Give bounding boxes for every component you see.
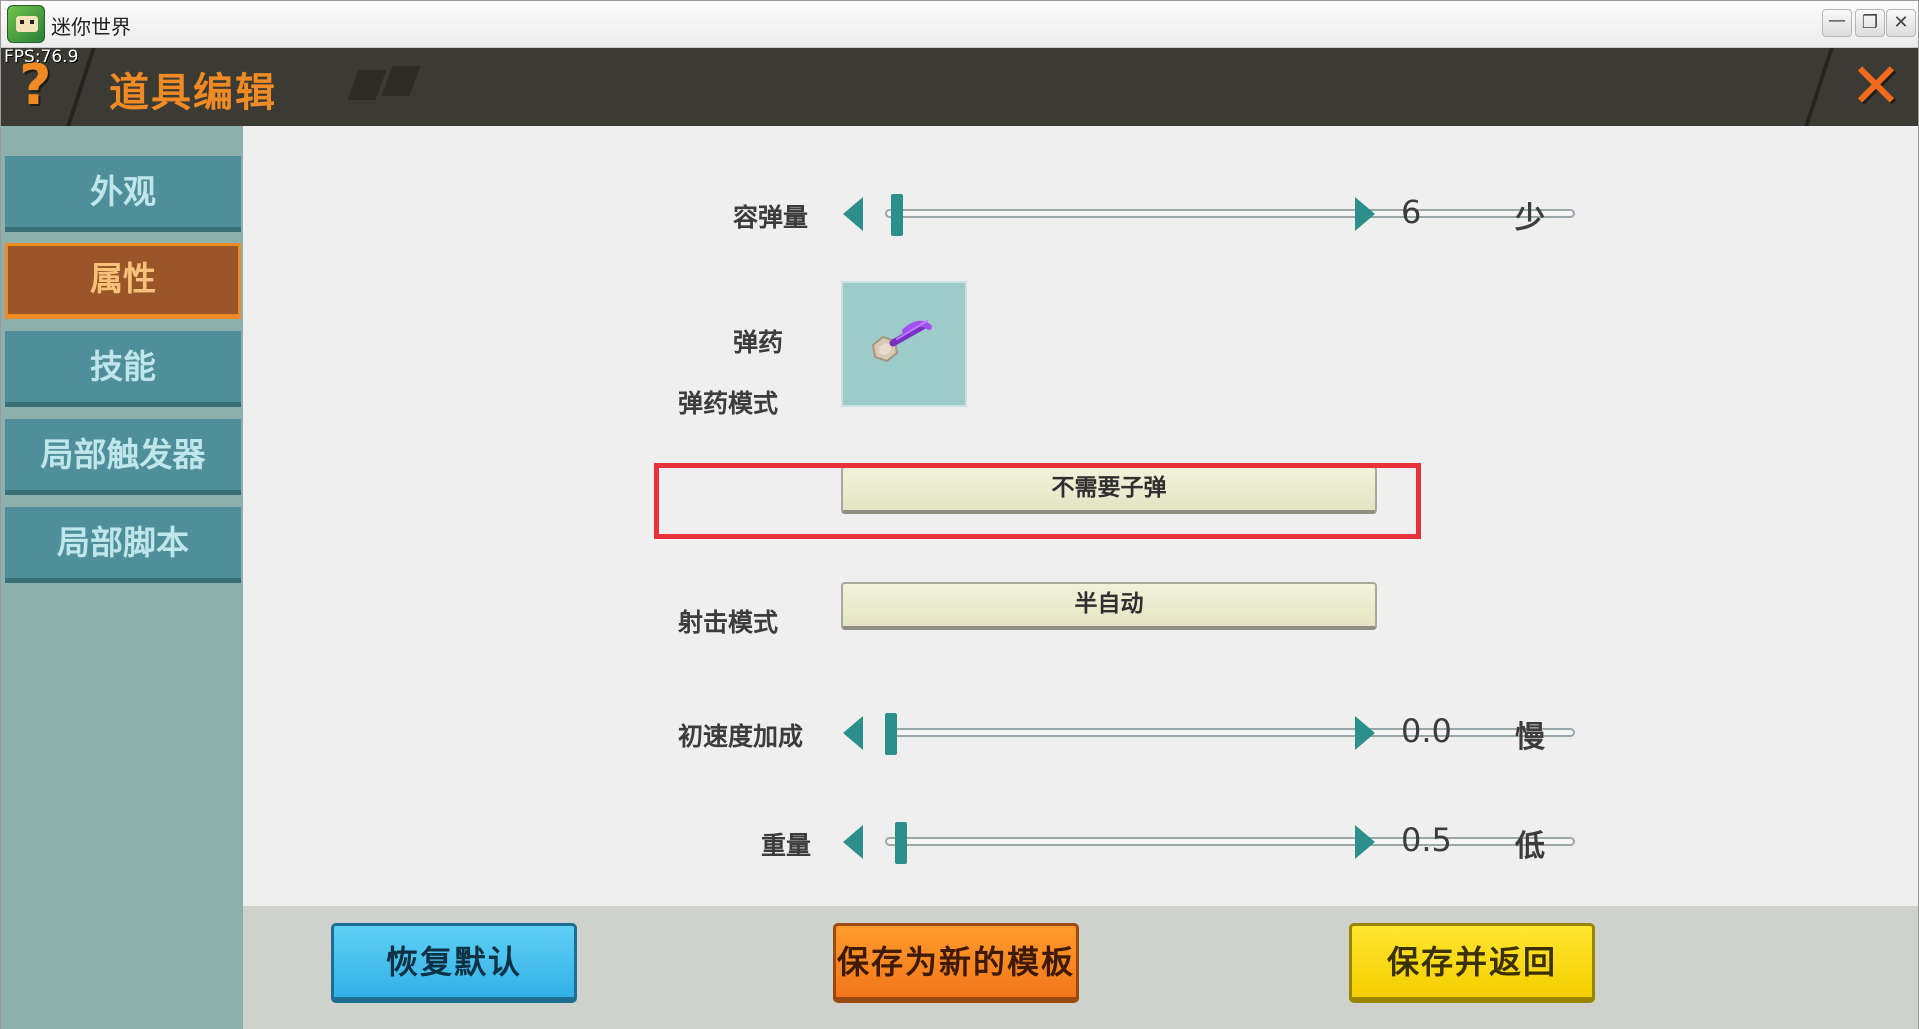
sidebar: 外观 属性 技能 局部触发器 局部脚本: [1, 126, 243, 1029]
attribute-panel: 容弹量 6 少 弹药 弹药模式 不需要子弹 射击模式 半自动 初速度加成 0.0…: [243, 126, 1918, 906]
fps-counter: FPS:76.9: [4, 47, 79, 67]
weight-value: 0.5: [1401, 821, 1452, 859]
action-bar: 恢复默认 保存为新的模板 保存并返回: [243, 906, 1918, 1029]
weight-slider-thumb[interactable]: [895, 822, 907, 864]
header-divider: [1804, 48, 1834, 126]
capacity-increase-icon[interactable]: [1355, 197, 1375, 231]
velocity-value: 0.0: [1401, 712, 1452, 750]
restore-button[interactable]: ❐: [1855, 9, 1885, 37]
weight-slider-track[interactable]: [885, 837, 1575, 846]
save-template-button[interactable]: 保存为新的模板: [833, 923, 1079, 1003]
fire-mode-label: 射击模式: [678, 608, 779, 637]
reset-default-button[interactable]: 恢复默认: [331, 923, 577, 1003]
close-icon[interactable]: ✕: [1850, 54, 1902, 118]
velocity-increase-icon[interactable]: [1355, 716, 1375, 750]
editor-header: ? 道具编辑 ✕: [1, 48, 1918, 126]
weight-desc: 低: [1515, 829, 1545, 864]
window-close-button[interactable]: ✕: [1886, 9, 1916, 37]
window-title: 迷你世界: [51, 15, 131, 39]
velocity-slider-thumb[interactable]: [885, 713, 897, 755]
ammo-label: 弹药: [733, 328, 784, 357]
capacity-value: 6: [1401, 193, 1422, 231]
capacity-slider-track[interactable]: [885, 209, 1575, 218]
minimize-button[interactable]: —: [1822, 9, 1852, 37]
fire-mode-select[interactable]: 半自动: [841, 582, 1377, 630]
capacity-decrease-icon[interactable]: [843, 197, 863, 231]
highlight-box: [654, 463, 1421, 539]
save-return-button[interactable]: 保存并返回: [1349, 923, 1595, 1003]
window-titlebar: 迷你世界 — ❐ ✕: [1, 1, 1918, 48]
weight-label: 重量: [761, 831, 812, 860]
weight-decrease-icon[interactable]: [843, 825, 863, 859]
sidebar-item-skills[interactable]: 技能: [5, 331, 241, 407]
ammo-slot[interactable]: [841, 281, 967, 407]
velocity-decrease-icon[interactable]: [843, 716, 863, 750]
sidebar-item-appearance[interactable]: 外观: [5, 156, 241, 232]
header-decoration: [381, 66, 421, 96]
page-title: 道具编辑: [109, 70, 277, 116]
app-logo-icon: [7, 5, 45, 43]
capacity-label: 容弹量: [733, 203, 809, 232]
weight-increase-icon[interactable]: [1355, 825, 1375, 859]
capacity-desc: 少: [1515, 201, 1545, 236]
capacity-slider-thumb[interactable]: [891, 194, 903, 236]
ammo-mode-label: 弹药模式: [678, 389, 779, 418]
velocity-desc: 慢: [1515, 720, 1545, 755]
game-window: 迷你世界 — ❐ ✕ FPS:76.9 ? 道具编辑 ✕ 外观 属性 技能 局部…: [0, 0, 1919, 1029]
sidebar-item-local-triggers[interactable]: 局部触发器: [5, 419, 241, 495]
ammo-item-icon: [871, 320, 932, 363]
sidebar-item-attributes[interactable]: 属性: [5, 243, 241, 319]
sidebar-item-local-scripts[interactable]: 局部脚本: [5, 507, 241, 583]
velocity-slider-track[interactable]: [885, 728, 1575, 737]
velocity-label: 初速度加成: [678, 722, 804, 751]
